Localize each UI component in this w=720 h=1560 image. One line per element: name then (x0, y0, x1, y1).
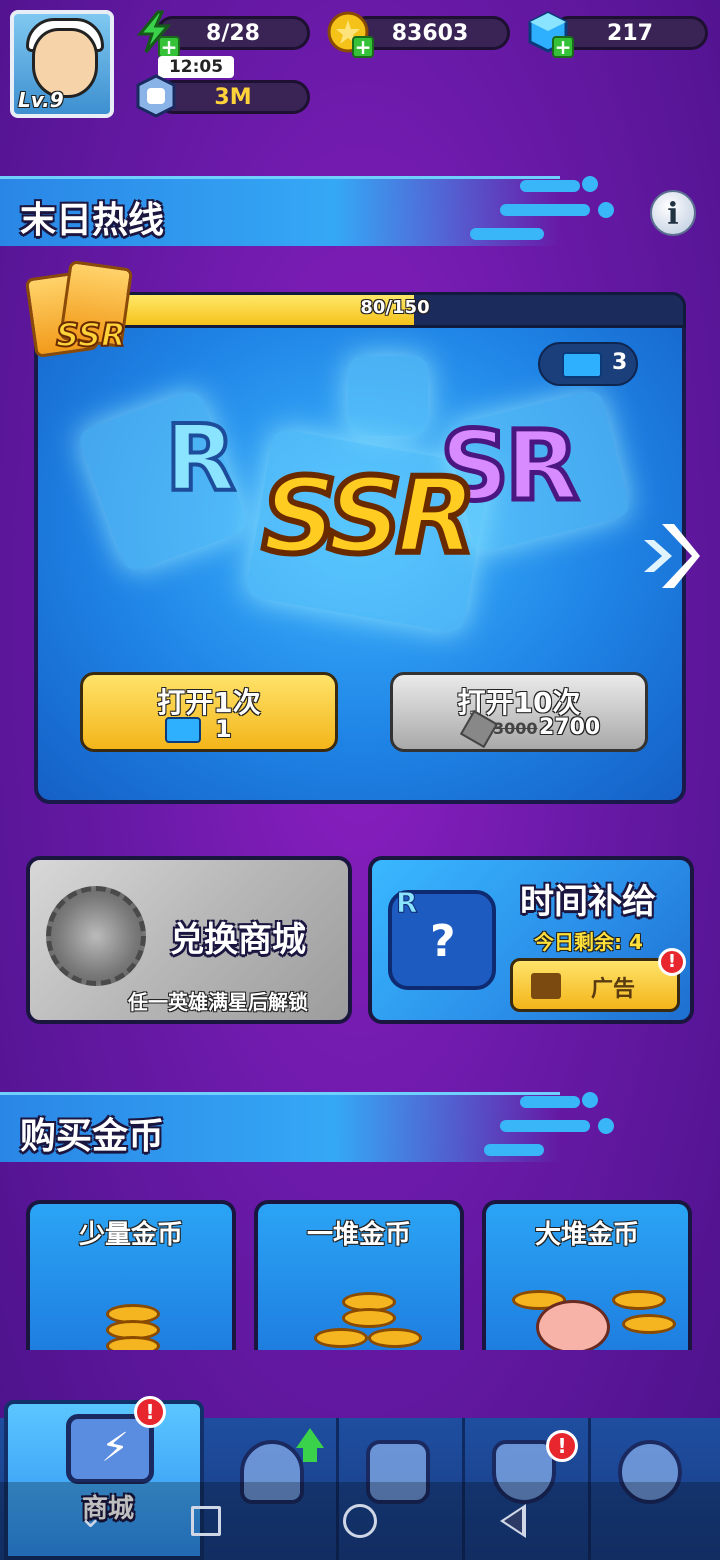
energy-value: 8/28 (206, 20, 260, 46)
speed-line-deco (484, 1144, 544, 1156)
power-value: 3M (214, 84, 252, 110)
ssr-progress-bar: 80/150 (104, 292, 686, 328)
exchange-shop-title: 兑换商城 (170, 920, 306, 960)
gems-value: 217 (607, 20, 653, 46)
time-supply-title: 时间补给 (520, 882, 656, 922)
speed-line-deco (470, 228, 544, 240)
ad-button-label: 广告 (591, 977, 636, 1002)
power-pill: 3M (156, 80, 310, 114)
open-ten-price: 2700 (539, 715, 601, 740)
exchange-shop-subtitle: 任一英雄满星后解锁 (128, 990, 308, 1014)
time-supply-panel[interactable]: R? 时间补给 今日剩余: 4 广告 (368, 856, 694, 1024)
speed-dot-deco (582, 1092, 598, 1108)
coin-stack-icon (106, 1336, 160, 1350)
recent-apps-icon[interactable] (191, 1506, 221, 1536)
ticket-counter: 3 (538, 342, 638, 386)
coins-pill[interactable]: 83603 (350, 16, 510, 50)
rank-ssr-label: SSR (259, 452, 479, 580)
collapse-down-icon[interactable]: ⌄ (78, 1500, 103, 1535)
ticket-icon (165, 717, 201, 743)
player-level: Lv.9 (18, 88, 64, 112)
speed-line-deco (520, 1096, 580, 1108)
shop-alert-badge: ! (134, 1396, 166, 1428)
ticket-icon (562, 352, 602, 378)
buy-coins-title: 购买金币 (20, 1116, 165, 1157)
open-ten-button[interactable]: 打开10次 3000 2700 (390, 672, 648, 752)
ssr-card-stack-icon: SSR (24, 258, 134, 360)
puzzle-piece-deco (348, 356, 428, 436)
coins-plus-icon[interactable]: + (352, 36, 374, 58)
speed-line-deco (500, 204, 590, 216)
home-icon[interactable] (343, 1504, 377, 1538)
time-supply-remaining: 今日剩余: 4 (534, 930, 643, 954)
coin-stack-icon (314, 1328, 368, 1348)
clapperboard-icon (531, 973, 561, 999)
speed-dot-deco (582, 176, 598, 192)
energy-bolt-icon: + (132, 10, 180, 58)
speed-line-deco (520, 180, 580, 192)
next-chevron-icon[interactable] (640, 516, 700, 596)
coin-stack-icon (622, 1314, 676, 1334)
speed-line-deco (500, 1120, 590, 1132)
rank-r-label: R (163, 403, 238, 514)
player-avatar[interactable]: Lv.9 (10, 10, 114, 118)
upgrade-arrow-icon (296, 1428, 324, 1448)
gems-plus-icon[interactable]: + (552, 36, 574, 58)
coin-pack-label: 大堆金币 (534, 1220, 639, 1250)
ticket-count-value: 3 (612, 350, 628, 375)
open-once-cost: 1 (215, 715, 232, 743)
exchange-shop-panel[interactable]: 兑换商城 任一英雄满星后解锁 (26, 856, 352, 1024)
gems-pill[interactable]: 217 (552, 16, 708, 50)
guild-alert-badge: ! (546, 1430, 578, 1462)
coin-pack-small[interactable]: 少量金币 (26, 1200, 236, 1350)
locked-gear-icon (46, 886, 146, 986)
coin-pack-medium[interactable]: 一堆金币 (254, 1200, 464, 1350)
upgrade-arrow-stem (303, 1446, 317, 1462)
ssr-badge-label: SSR (55, 315, 127, 355)
piggy-bank-icon (536, 1300, 610, 1350)
watch-ad-button[interactable]: 广告 (510, 958, 680, 1012)
coins-value: 83603 (391, 20, 469, 46)
fist-shield-icon (134, 74, 178, 118)
hotline-title: 末日热线 (20, 200, 165, 241)
open-once-button[interactable]: 打开1次 1 (80, 672, 338, 752)
coin-stack-icon (368, 1328, 422, 1348)
coin-stack-icon (612, 1290, 666, 1310)
coin-stack-icon (342, 1308, 396, 1328)
coin-icon: + (326, 10, 374, 58)
speed-dot-deco (598, 1118, 614, 1134)
coin-pack-label: 一堆金币 (306, 1220, 411, 1250)
coin-pack-label: 少量金币 (78, 1220, 183, 1250)
buy-coins-header: 购买金币 (0, 1092, 560, 1162)
ad-alert-badge: ! (658, 948, 686, 976)
energy-plus-icon[interactable]: + (158, 36, 180, 58)
android-nav-bar: ⌄ (0, 1482, 720, 1560)
back-icon[interactable] (500, 1504, 526, 1538)
info-button[interactable]: i (650, 190, 696, 236)
gem-cube-icon: + (526, 10, 574, 58)
speed-dot-deco (598, 202, 614, 218)
coin-pack-large[interactable]: 大堆金币 (482, 1200, 692, 1350)
mystery-puzzle-icon: R? (388, 886, 496, 990)
ssr-progress-text: 80/150 (360, 297, 430, 318)
open-ten-old-price: 3000 (493, 719, 538, 738)
